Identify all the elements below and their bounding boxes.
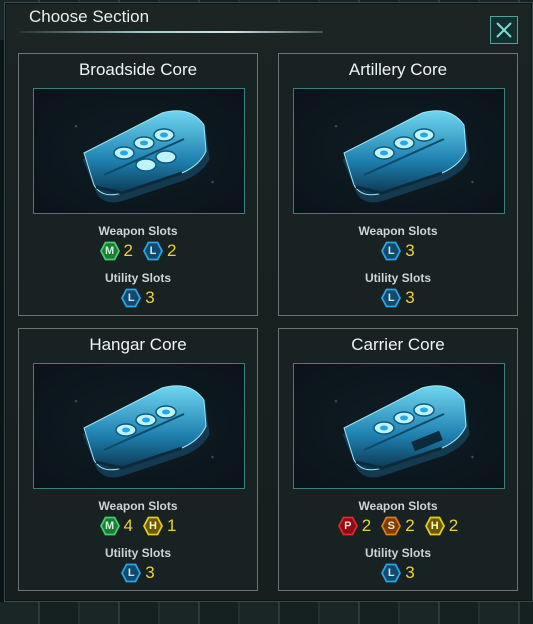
weapon-slots-label: Weapon Slots (358, 499, 438, 513)
slot-count: 3 (405, 241, 415, 260)
slot-letter: P (344, 520, 352, 532)
utility-slots-row: L3 (279, 288, 517, 308)
weapon-slots-label: Weapon Slots (358, 224, 438, 238)
slot-small: S2 (381, 516, 415, 536)
slot-medium: M4 (99, 516, 133, 536)
close-icon (496, 22, 512, 38)
slot-medium: M2 (99, 241, 133, 261)
section-card-carrier-core[interactable]: Carrier Core Weapon Slots P2S2H2 Utility… (278, 328, 518, 591)
utility-slots-label: Utility Slots (104, 271, 171, 285)
close-button[interactable] (490, 16, 518, 44)
hexagon-slot-icon: L (121, 288, 142, 308)
slot-letter: M (104, 245, 115, 257)
slot-letter: S (387, 520, 395, 532)
section-name: Artillery Core (348, 60, 448, 79)
section-name: Hangar Core (89, 335, 187, 354)
slot-letter: H (149, 520, 157, 532)
slot-hangar: H2 (424, 516, 459, 536)
hexagon-slot-icon: S (381, 516, 402, 536)
hexagon-slot-icon: L (381, 241, 402, 261)
hexagon-slot-icon: M (99, 516, 120, 536)
slot-large: L3 (381, 288, 415, 308)
slot-point-defense: P2 (337, 516, 372, 536)
ship-section-model-icon (81, 110, 211, 204)
utility-slots-label: Utility Slots (364, 271, 431, 285)
weapon-slots-row: M4 H1 (19, 516, 257, 536)
slot-letter: H (430, 520, 439, 532)
hexagon-slot-icon: P (337, 516, 358, 536)
weapon-slots-label: Weapon Slots (98, 499, 178, 513)
section-preview-image (293, 88, 505, 214)
utility-slots-row: L3 (279, 563, 517, 583)
weapon-slots-row: M2L2 (19, 241, 257, 261)
section-preview-image (33, 88, 245, 214)
slot-letter: L (387, 292, 395, 304)
ship-section-model-icon (341, 110, 471, 204)
slot-letter: M (104, 520, 115, 532)
slot-count: 2 (361, 516, 372, 535)
hexagon-slot-icon: L (143, 241, 163, 261)
slot-large: L3 (381, 241, 415, 261)
section-preview-image (33, 363, 245, 489)
utility-slots-label: Utility Slots (364, 546, 431, 560)
slot-count: 2 (448, 516, 459, 535)
slot-large: L3 (121, 288, 155, 308)
slot-count: 3 (145, 563, 155, 582)
weapon-slots-label: Weapon Slots (98, 224, 178, 238)
utility-slots-row: L3 (19, 563, 257, 583)
hexagon-slot-icon: H (424, 516, 445, 536)
slot-letter: L (127, 567, 135, 579)
slot-count: 3 (405, 288, 415, 307)
slot-count: 2 (123, 241, 133, 260)
utility-slots-label: Utility Slots (104, 546, 171, 560)
slot-count: 2 (167, 241, 177, 260)
weapon-slots-row: L3 (279, 241, 517, 261)
slot-large: L3 (381, 563, 415, 583)
slot-count: 1 (167, 516, 177, 535)
ship-section-model-icon (81, 385, 211, 479)
slot-hangar: H1 (143, 516, 176, 536)
section-card-artillery-core[interactable]: Artillery Core Weapon Slots L3 Utility S… (278, 53, 518, 316)
hexagon-slot-icon: L (381, 563, 402, 583)
ship-section-model-icon (341, 385, 471, 479)
slot-letter: L (387, 245, 395, 257)
slot-large: L2 (143, 241, 176, 261)
slot-count: 2 (405, 516, 415, 535)
utility-slots-row: L3 (19, 288, 257, 308)
slot-count: 4 (123, 516, 133, 535)
section-card-hangar-core[interactable]: Hangar Core Weapon Slots M4 H1 Utility Sl… (18, 328, 258, 591)
hexagon-slot-icon: L (381, 288, 402, 308)
background-bottom-strip (0, 602, 533, 624)
title-bar: Choose Section (5, 3, 532, 44)
section-name: Carrier Core (351, 335, 445, 354)
weapon-slots-row: P2S2H2 (279, 516, 517, 536)
dialog-title: Choose Section (29, 7, 150, 26)
hexagon-slot-icon: M (99, 241, 120, 261)
slot-count: 3 (405, 563, 415, 582)
section-name: Broadside Core (78, 60, 198, 79)
title-underline (19, 31, 323, 33)
slot-letter: L (149, 245, 157, 257)
section-card-broadside-core[interactable]: Broadside Core Weapon Slots M2L2 Utility… (18, 53, 258, 316)
slot-letter: L (127, 292, 135, 304)
slot-letter: L (387, 567, 395, 579)
hexagon-slot-icon: H (143, 516, 163, 536)
hexagon-slot-icon: L (121, 563, 142, 583)
slot-large: L3 (121, 563, 155, 583)
slot-count: 3 (145, 288, 155, 307)
section-preview-image (293, 363, 505, 489)
